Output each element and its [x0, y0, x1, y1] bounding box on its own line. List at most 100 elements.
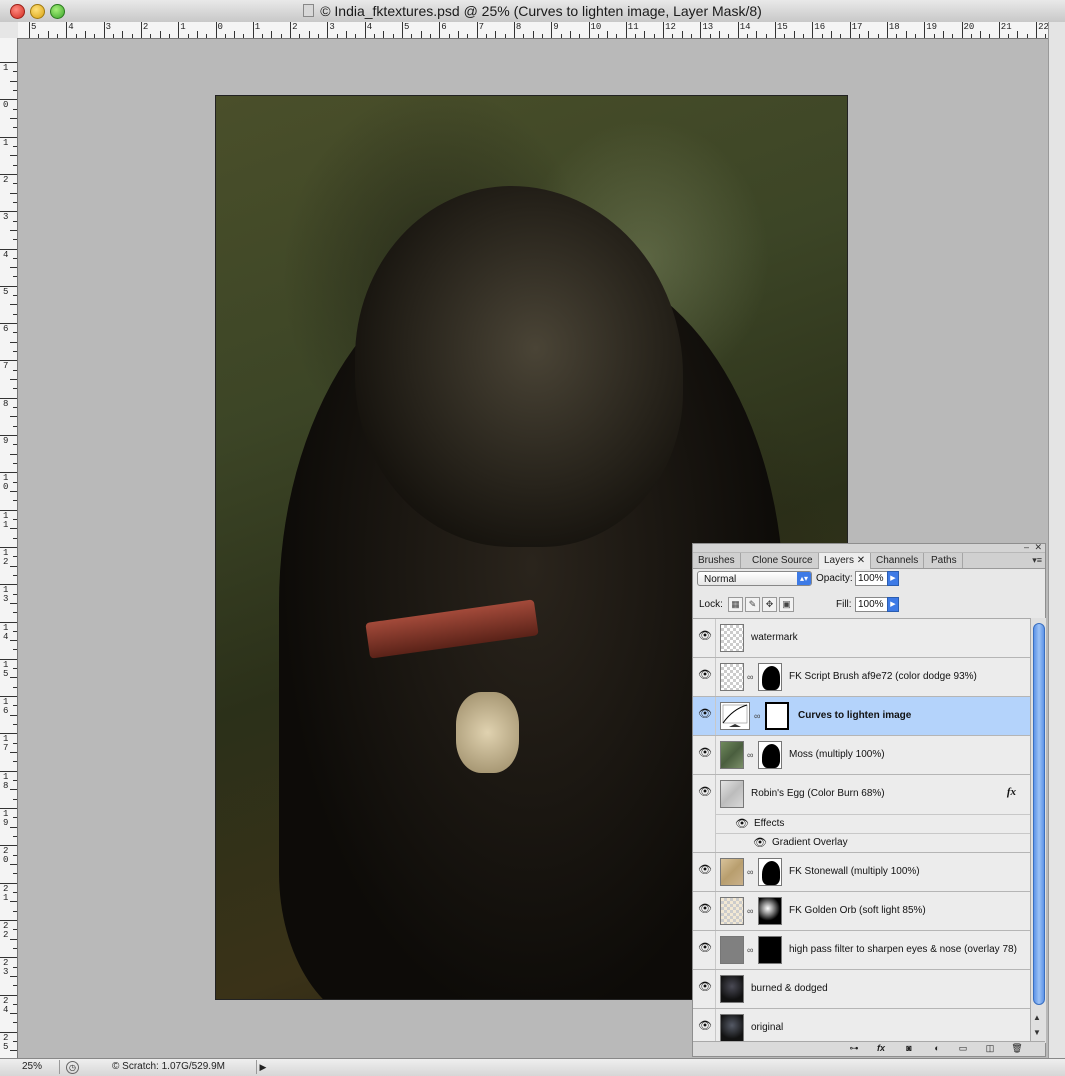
ruler-origin[interactable] — [0, 22, 19, 39]
layer-visibility-toggle[interactable]: 👁 — [693, 736, 716, 774]
lock-position-icon[interactable]: ✥ — [762, 597, 777, 612]
layer-visibility-toggle[interactable]: 👁 — [693, 619, 716, 657]
ruler-minor-tick — [10, 1013, 17, 1015]
status-info-icon[interactable]: ◷ — [66, 1061, 79, 1074]
add-layer-style-icon[interactable]: fx — [874, 1043, 888, 1054]
layer-row-burned-dodged[interactable]: 👁 burned & dodged — [693, 970, 1030, 1009]
link-chain-icon[interactable]: ∞ — [747, 672, 753, 682]
ruler-minor-tick — [10, 117, 17, 119]
ruler-minor-tick — [980, 31, 982, 38]
ruler-label: 15 — [777, 22, 788, 32]
lock-image-pixels-icon[interactable]: ✎ — [745, 597, 760, 612]
opacity-field[interactable]: 100% — [855, 571, 889, 586]
layer-mask-thumbnail[interactable] — [765, 702, 789, 730]
layer-visibility-toggle[interactable]: 👁 — [693, 931, 716, 969]
new-layer-icon[interactable]: ◫ — [983, 1043, 997, 1054]
vertical-ruler[interactable]: 1 0 1 2 3 4 5 6 7 8 9 10 11 12 13 14 15 16 17 18 19 20 21 22 23 2… — [0, 38, 18, 1058]
link-chain-icon[interactable]: ∞ — [747, 945, 753, 955]
layer-row-robins-egg[interactable]: 👁 Robin's Egg (Color Burn 68%) fx 👁 Effe… — [693, 775, 1030, 853]
ruler-label: 22 — [3, 920, 9, 940]
link-chain-icon[interactable]: ∞ — [754, 711, 760, 721]
lock-all-icon[interactable]: ▣ — [779, 597, 794, 612]
delete-layer-trash-icon[interactable]: 🗑 — [1010, 1043, 1024, 1054]
layer-row-original[interactable]: 👁 original — [693, 1009, 1030, 1044]
ruler-minor-tick — [10, 901, 17, 903]
layer-mask-thumbnail[interactable] — [758, 897, 782, 925]
ruler-minor-tick — [299, 34, 301, 38]
layer-row-curves[interactable]: 👁 ∞ Curves to lighten image — [693, 697, 1030, 736]
layers-scroll-thumb[interactable] — [1033, 623, 1045, 1005]
horizontal-ruler[interactable]: 5 4 3 2 1 0 1 2 3 4 5 6 7 8 9 10 11 12 13 14 15 16 17 18 19 20 21 2… — [18, 22, 1048, 39]
fill-slider-arrow-icon[interactable]: ▶ — [887, 597, 899, 612]
ruler-minor-tick — [10, 379, 17, 381]
ruler-minor-tick — [13, 425, 17, 427]
layer-row-watermark[interactable]: 👁 watermark — [693, 619, 1030, 658]
blend-mode-select[interactable]: Normal ▴▾ — [697, 571, 812, 586]
eye-icon[interactable]: 👁 — [753, 838, 767, 849]
ruler-minor-tick — [10, 528, 17, 530]
tab-paths[interactable]: Paths — [926, 553, 963, 568]
layer-visibility-toggle[interactable]: 👁 — [693, 970, 716, 1008]
layers-scrollbar[interactable]: ▲ ▼ — [1030, 618, 1046, 1043]
layer-effects-fx-icon[interactable]: fx — [1007, 786, 1016, 798]
layer-row-moss[interactable]: 👁 ∞ Moss (multiply 100%) — [693, 736, 1030, 775]
layer-row-golden-orb[interactable]: 👁 ∞ FK Golden Orb (soft light 85%) — [693, 892, 1030, 931]
layer-mask-thumbnail[interactable] — [758, 741, 782, 769]
add-mask-icon[interactable]: ◙ — [902, 1043, 916, 1054]
ruler-minor-tick — [10, 789, 17, 791]
ruler-minor-tick — [13, 127, 17, 129]
layer-mask-thumbnail[interactable] — [758, 858, 782, 886]
opacity-slider-arrow-icon[interactable]: ▶ — [887, 571, 899, 586]
ruler-minor-tick — [13, 761, 17, 763]
layer-row-fk-script-brush[interactable]: 👁 ∞ FK Script Brush af9e72 (color dodge … — [693, 658, 1030, 697]
scroll-down-icon[interactable]: ▼ — [1033, 1028, 1041, 1037]
tab-clone-source[interactable]: Clone Source — [747, 553, 819, 568]
link-chain-icon[interactable]: ∞ — [747, 867, 753, 877]
layer-row-stonewall[interactable]: 👁 ∞ FK Stonewall (multiply 100%) — [693, 853, 1030, 892]
layer-name: Curves to lighten image — [798, 710, 912, 721]
document-vertical-scrollbar[interactable] — [1048, 22, 1065, 1058]
tab-brushes[interactable]: Brushes — [693, 553, 741, 568]
layer-row-high-pass[interactable]: 👁 ∞ high pass filter to sharpen eyes & n… — [693, 931, 1030, 970]
panel-minimize-button[interactable]: ‒ — [1024, 542, 1029, 552]
layer-mask-thumbnail[interactable] — [758, 663, 782, 691]
ruler-major-tick — [998, 22, 1000, 38]
effects-row[interactable]: 👁 Effects — [715, 814, 1030, 834]
layer-visibility-toggle[interactable]: 👁 — [693, 892, 716, 930]
ruler-minor-tick — [187, 34, 189, 38]
tab-channels[interactable]: Channels — [871, 553, 925, 568]
new-adjustment-layer-icon[interactable]: ◐ — [930, 1043, 944, 1054]
ruler-major-tick — [924, 22, 926, 38]
layer-visibility-toggle[interactable]: 👁 — [693, 697, 716, 735]
layer-visibility-toggle[interactable]: 👁 — [693, 775, 716, 852]
eye-icon[interactable]: 👁 — [735, 819, 749, 830]
ruler-minor-tick — [560, 34, 562, 38]
layer-visibility-toggle[interactable]: 👁 — [693, 658, 716, 696]
tab-close-icon[interactable]: ✕ — [857, 555, 865, 566]
ruler-major-tick — [29, 22, 30, 38]
layer-mask-thumbnail[interactable] — [758, 936, 782, 964]
layer-visibility-toggle[interactable]: 👁 — [693, 853, 716, 891]
panel-header[interactable]: ‒ ✕ — [693, 542, 1045, 553]
ruler-major-tick — [66, 22, 68, 38]
lock-transparency-icon[interactable]: ▦ — [728, 597, 743, 612]
fill-field[interactable]: 100% — [855, 597, 889, 612]
ruler-minor-tick — [10, 826, 17, 828]
ruler-label: 3 — [3, 212, 9, 223]
zoom-level-field[interactable]: 25% — [4, 1060, 60, 1074]
layers-panel-footer: ⊶ fx ◙ ◐ ▭ ◫ 🗑 — [693, 1041, 1045, 1056]
new-group-icon[interactable]: ▭ — [956, 1043, 970, 1054]
tab-layers[interactable]: Layers ✕ — [819, 553, 872, 569]
status-menu-arrow-icon[interactable]: ▶ — [256, 1060, 269, 1074]
gradient-overlay-row[interactable]: 👁 Gradient Overlay — [715, 833, 1030, 853]
ruler-minor-tick — [10, 80, 17, 82]
ruler-minor-tick — [765, 34, 767, 38]
panel-menu-icon[interactable]: ▾≡ — [1032, 555, 1042, 566]
link-chain-icon[interactable]: ∞ — [747, 906, 753, 916]
panel-close-button[interactable]: ✕ — [1034, 542, 1042, 553]
layer-visibility-toggle[interactable]: 👁 — [693, 1009, 716, 1044]
link-layers-icon[interactable]: ⊶ — [847, 1043, 861, 1054]
ruler-minor-tick — [13, 910, 17, 912]
scroll-up-icon[interactable]: ▲ — [1033, 1013, 1041, 1022]
link-chain-icon[interactable]: ∞ — [747, 750, 753, 760]
